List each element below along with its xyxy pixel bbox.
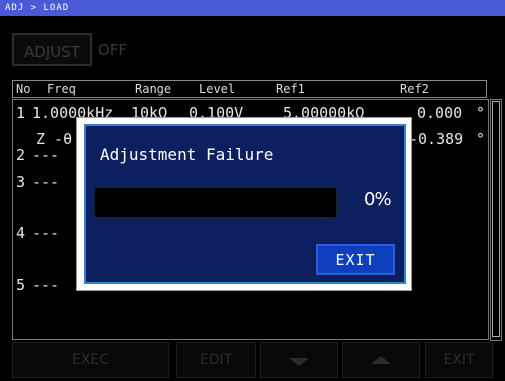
row-no: 3 — [16, 173, 26, 191]
row-no: 2 — [16, 146, 26, 164]
dialog-title: Adjustment Failure — [100, 145, 274, 164]
header-ref1: Ref1 — [276, 82, 305, 96]
adjust-button[interactable]: ADJUST — [12, 33, 92, 66]
progress-percent: 0% — [364, 189, 392, 210]
row-unit: ° — [476, 104, 486, 122]
exec-button-label: EXEC — [71, 352, 110, 368]
scrollbar[interactable] — [490, 99, 502, 341]
row-freq: --- — [32, 276, 60, 294]
scroll-down-button[interactable] — [260, 342, 338, 378]
row-freq: --- — [32, 224, 60, 242]
scrollbar-thumb[interactable] — [492, 101, 500, 337]
arrow-down-icon — [289, 358, 309, 366]
adjustment-failure-dialog: Adjustment Failure 0% EXIT — [84, 124, 406, 284]
progress-bar — [94, 187, 337, 218]
dialog-exit-label: EXIT — [335, 251, 376, 269]
scroll-up-button[interactable] — [342, 342, 420, 378]
edit-button[interactable]: EDIT — [176, 342, 256, 378]
arrow-up-icon — [371, 356, 391, 364]
header-range: Range — [135, 82, 172, 96]
exec-button[interactable]: EXEC — [12, 342, 169, 378]
row-ref2: 0.000 — [417, 104, 463, 122]
row-ref2: -0.389 — [409, 130, 464, 148]
row-no: 5 — [16, 276, 26, 294]
row-no: 4 — [16, 224, 26, 242]
row-freq: --- — [32, 173, 60, 191]
adjust-button-label: ADJUST — [24, 43, 80, 61]
header-ref2: Ref2 — [400, 82, 429, 96]
adjust-state: OFF — [98, 41, 128, 59]
header-no: No — [16, 82, 31, 96]
row-freq: --- — [32, 146, 60, 164]
breadcrumb: ADJ > LOAD — [5, 3, 70, 13]
row-unit: ° — [476, 130, 486, 148]
row-no: 1 — [16, 104, 26, 122]
header-level: Level — [199, 82, 236, 96]
title-bar: ADJ > LOAD — [0, 0, 505, 16]
exit-button-label: EXIT — [443, 352, 475, 368]
table-header: No Freq Range Level Ref1 Ref2 — [12, 80, 487, 98]
exit-button[interactable]: EXIT — [425, 342, 493, 378]
edit-button-label: EDIT — [199, 352, 233, 368]
dialog-exit-button[interactable]: EXIT — [316, 244, 395, 275]
header-freq: Freq — [47, 82, 76, 96]
